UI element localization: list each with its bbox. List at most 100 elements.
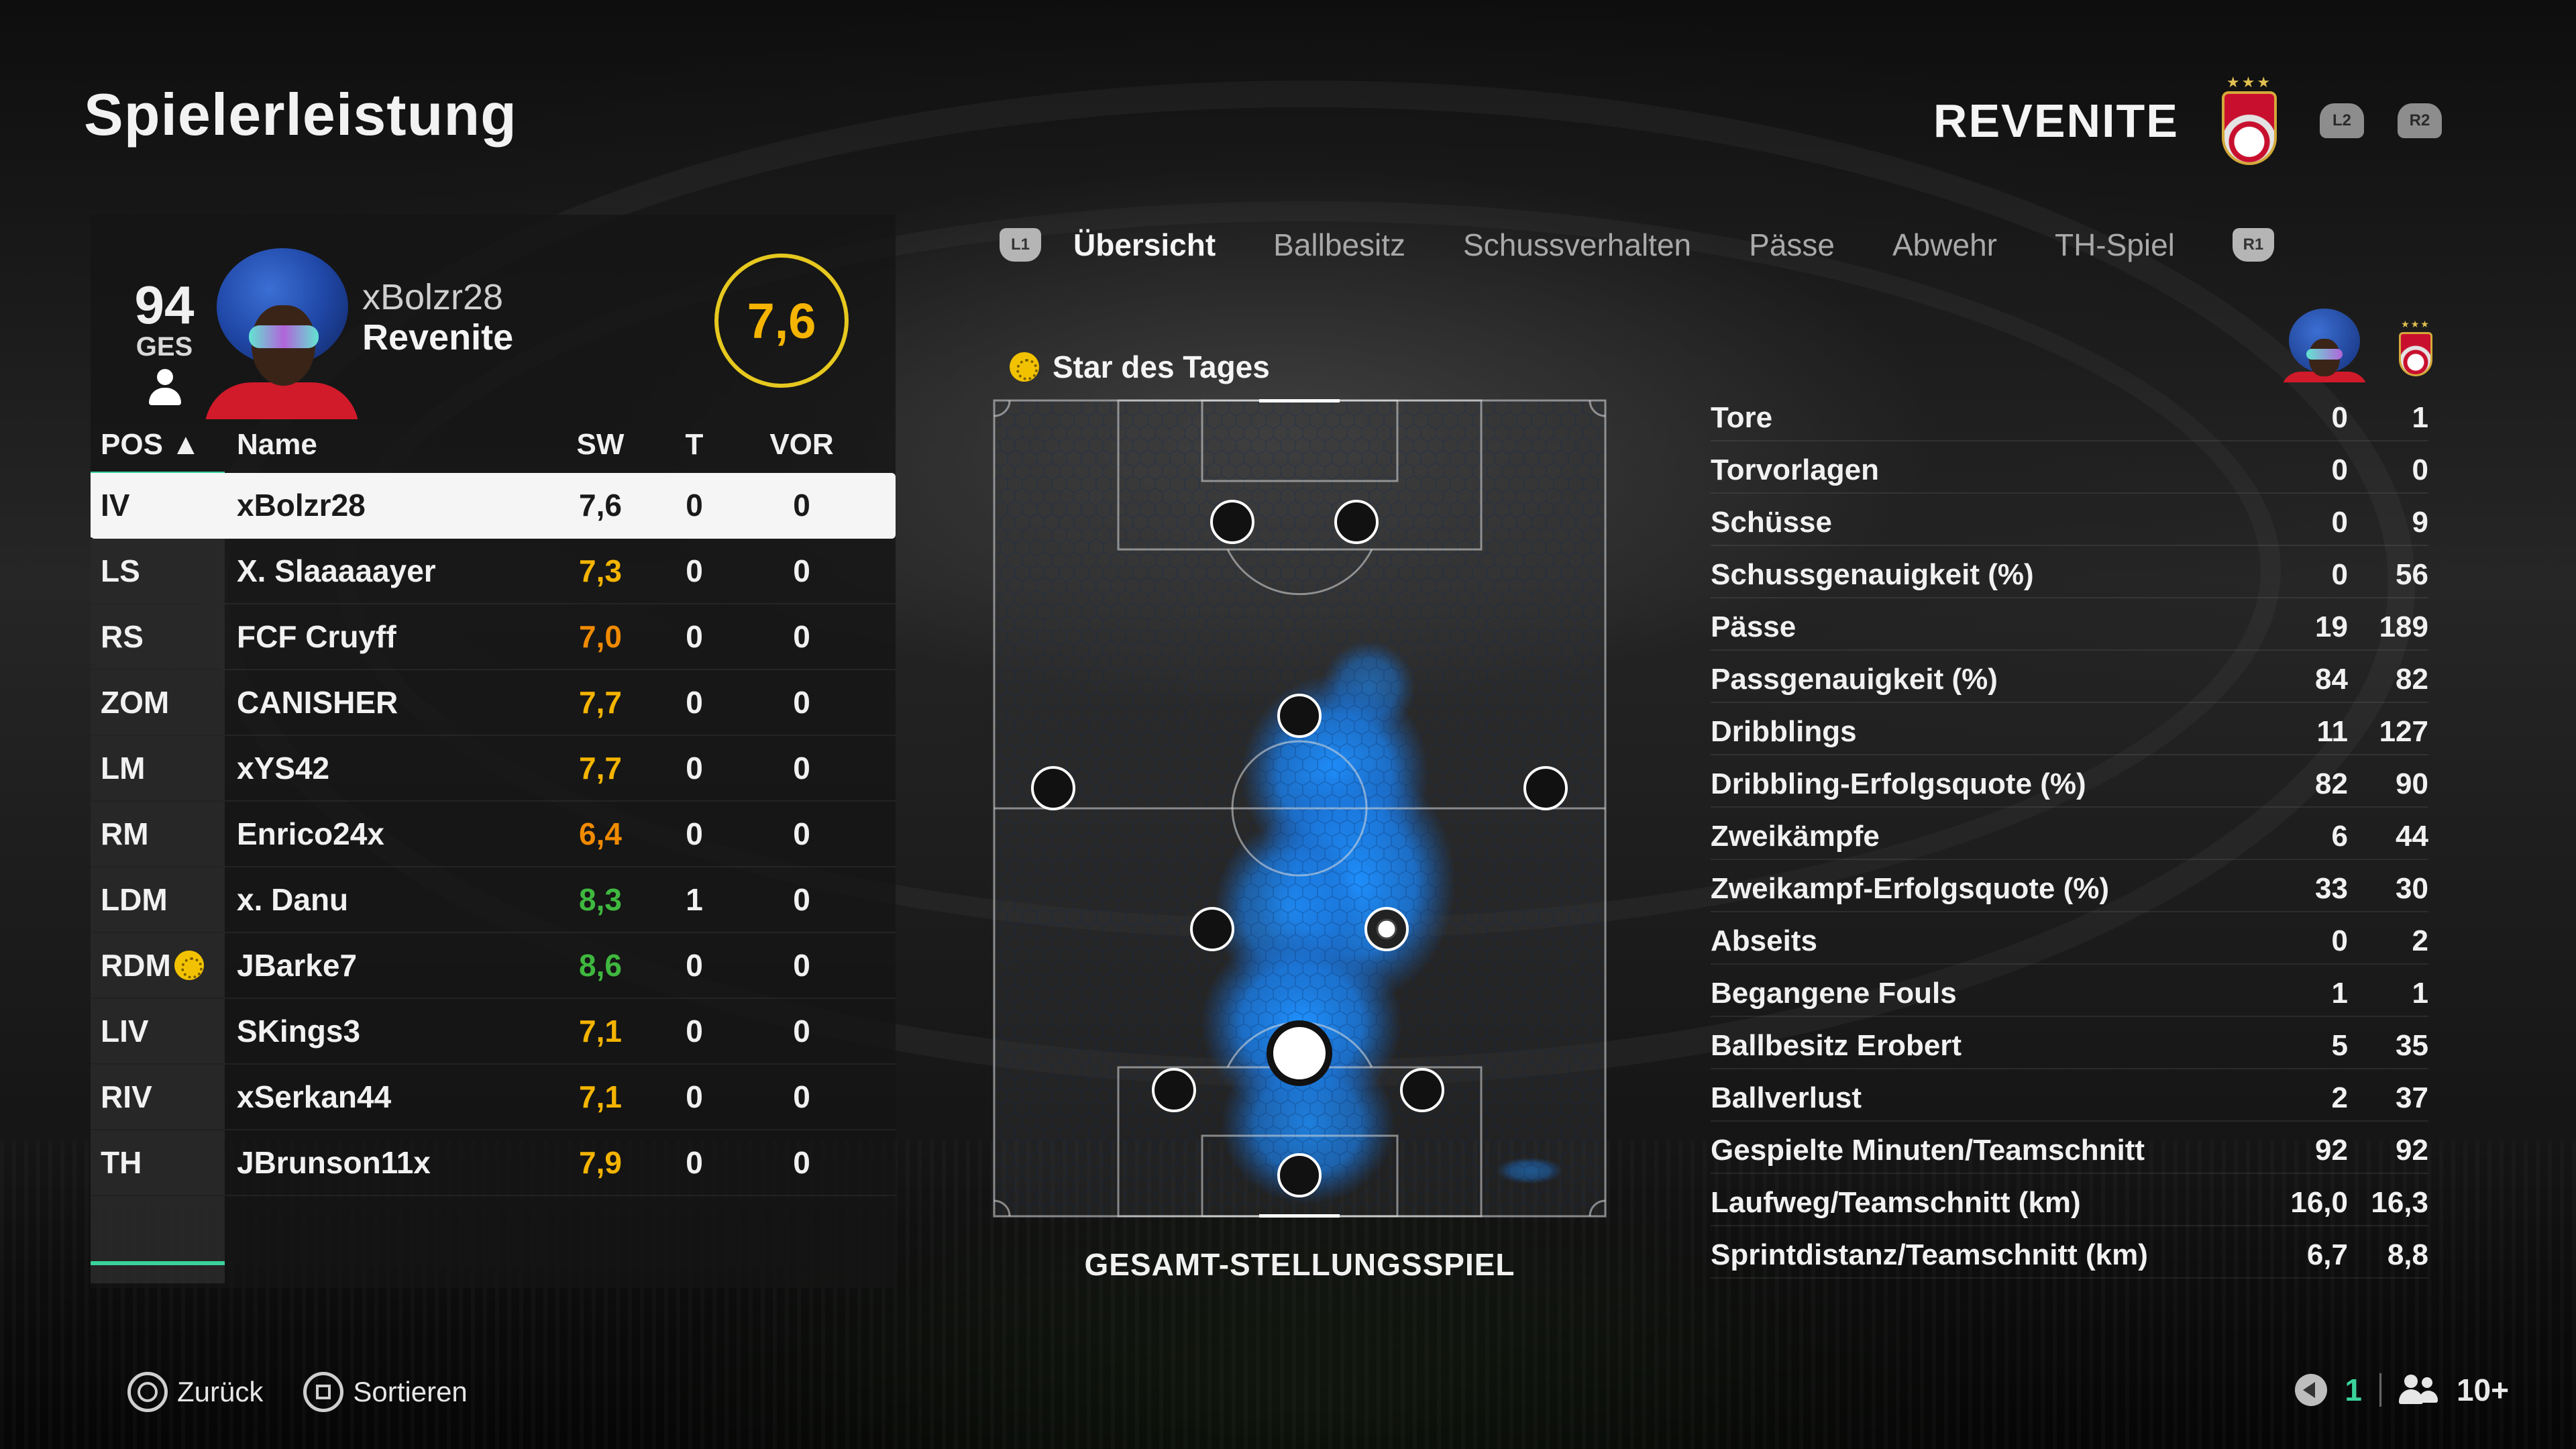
stat-label: Abseits	[1711, 924, 1817, 957]
stat-player-value: 82	[2315, 767, 2348, 800]
stat-row: Schüsse 0 9	[1711, 494, 2428, 546]
column-header-name[interactable]: Name	[237, 428, 317, 462]
row-rating: 6,4	[579, 816, 622, 851]
l1-button[interactable]: L1	[1000, 228, 1041, 262]
back-button[interactable]: Zurück	[127, 1372, 263, 1412]
marker-zom	[1277, 694, 1322, 738]
row-goals: 0	[686, 1145, 703, 1180]
tab-th-spiel[interactable]: TH-Spiel	[2055, 227, 2175, 263]
table-row[interactable]: LDM x. Danu 8,3 1 0	[91, 867, 896, 933]
row-pos: ZOM	[101, 685, 170, 720]
stat-player-value: 92	[2315, 1134, 2348, 1167]
table-row[interactable]: LIV SKings3 7,1 0 0	[91, 999, 896, 1065]
voice-chat-icon[interactable]	[2295, 1374, 2328, 1406]
empty-pos-cell	[91, 1196, 225, 1283]
stat-player-value: 1	[2331, 977, 2348, 1010]
marker-ldm	[1190, 907, 1234, 951]
row-name: xSerkan44	[237, 1079, 392, 1114]
table-row[interactable]: RM Enrico24x 6,4 0 0	[91, 802, 896, 867]
row-goals: 0	[686, 553, 703, 588]
player-card: 94 GES xBolzr28 Revenite 7,6	[91, 215, 896, 419]
stat-label: Schüsse	[1711, 506, 1832, 539]
page-title: Spielerleistung	[84, 81, 517, 148]
stat-label: Schussgenauigkeit (%)	[1711, 558, 2034, 591]
row-name: JBrunson11x	[237, 1145, 431, 1180]
stat-rows: Tore 0 1 Torvorlagen 0 0 Schüsse 0 9 Schussgenaui…	[1711, 389, 2428, 1279]
star-of-day-icon	[1010, 352, 1039, 382]
column-header-sw[interactable]: SW	[560, 428, 641, 462]
stats-tabs: L1 Übersicht Ballbesitz Schussverhalten …	[1000, 227, 2306, 263]
sort-button[interactable]: Sortieren	[303, 1372, 468, 1412]
match-rating-circle: 7,6	[714, 254, 849, 388]
row-goals: 0	[686, 488, 703, 523]
stat-label: Passgenauigkeit (%)	[1711, 663, 1998, 696]
stat-player-value: 19	[2315, 610, 2348, 643]
table-row[interactable]: ZOM CANISHER 7,7 0 0	[91, 670, 896, 736]
column-header-pos[interactable]: POS ▲	[91, 428, 225, 475]
row-assists: 0	[793, 948, 810, 983]
r1-button[interactable]: R1	[2232, 228, 2274, 262]
row-goals: 0	[686, 1014, 703, 1049]
stat-team-value: 1	[2412, 401, 2428, 434]
row-assists: 0	[793, 685, 810, 720]
row-goals: 0	[686, 1079, 703, 1114]
marker-rm	[1523, 766, 1568, 810]
voice-count: 1	[2345, 1373, 2362, 1407]
row-rating: 7,7	[579, 751, 622, 786]
table-row[interactable]: LS X. Slaaaaayer 7,3 0 0	[91, 539, 896, 604]
row-pos: RM	[101, 816, 149, 851]
row-rating: 8,3	[579, 882, 622, 917]
stat-row: Tore 0 1	[1711, 389, 2428, 441]
overall-rating: 94 GES	[124, 278, 205, 362]
stat-label: Dribblings	[1711, 715, 1857, 748]
table-row[interactable]: RDM JBarke7 8,6 0 0	[91, 933, 896, 999]
stat-row: Dribbling-Erfolgsquote (%) 82 90	[1711, 755, 2428, 808]
stat-player-value: 6,7	[2306, 1238, 2348, 1271]
stat-team-value: 0	[2412, 453, 2428, 486]
stat-label: Begangene Fouls	[1711, 977, 1957, 1010]
table-row[interactable]: IV xBolzr28 7,6 0 0	[91, 473, 896, 539]
row-goals: 1	[686, 882, 703, 917]
player-table-rows: IV xBolzr28 7,6 0 0 LS X. Slaaaaayer 7,3 0 0 RS FCF…	[91, 473, 896, 1196]
tab-uebersicht[interactable]: Übersicht	[1073, 227, 1216, 263]
sort-label: Sortieren	[353, 1376, 468, 1407]
tab-abwehr[interactable]: Abwehr	[1892, 227, 1997, 263]
marker-riv	[1400, 1068, 1444, 1112]
row-rating: 7,3	[579, 553, 622, 588]
row-name: CANISHER	[237, 685, 398, 720]
row-name: xYS42	[237, 751, 330, 786]
stat-row: Abseits 0 2	[1711, 912, 2428, 965]
match-rating-value: 7,6	[747, 292, 816, 349]
row-pos: RIV	[101, 1079, 152, 1114]
row-rating: 7,9	[579, 1145, 622, 1180]
party-icon[interactable]	[2398, 1373, 2439, 1407]
club-crest-icon: ★★★	[2212, 74, 2286, 168]
tab-schussverhalten[interactable]: Schussverhalten	[1463, 227, 1691, 263]
row-pos: RDM	[101, 948, 171, 983]
table-header: POS ▲ Name SW T VOR	[91, 419, 896, 475]
star-of-day-label: Star des Tages	[1010, 349, 1270, 385]
ball-icon	[1376, 918, 1397, 940]
marker-lm	[1031, 766, 1075, 810]
row-rating: 7,7	[579, 685, 622, 720]
table-row[interactable]: TH JBrunson11x 7,9 0 0	[91, 1130, 896, 1196]
table-row[interactable]: LM xYS42 7,7 0 0	[91, 736, 896, 802]
r2-trigger-button[interactable]: R2	[2398, 103, 2442, 138]
stat-row: Zweikämpfe 6 44	[1711, 808, 2428, 860]
stat-team-value: 82	[2396, 663, 2428, 696]
row-rating: 8,6	[579, 948, 622, 983]
stat-player-value: 0	[2331, 401, 2348, 434]
stat-team-value: 35	[2396, 1029, 2428, 1062]
column-header-vor[interactable]: VOR	[755, 428, 849, 462]
table-row[interactable]: RS FCF Cruyff 7,0 0 0	[91, 604, 896, 670]
stat-label: Torvorlagen	[1711, 453, 1880, 486]
stat-row: Ballbesitz Erobert 5 35	[1711, 1017, 2428, 1069]
footer-status: 1 10+	[2295, 1372, 2509, 1408]
tab-paesse[interactable]: Pässe	[1749, 227, 1835, 263]
l2-trigger-button[interactable]: L2	[2320, 103, 2364, 138]
column-header-t[interactable]: T	[667, 428, 721, 462]
stat-team-value: 44	[2396, 820, 2428, 853]
table-row[interactable]: RIV xSerkan44 7,1 0 0	[91, 1065, 896, 1130]
row-rating: 7,6	[579, 488, 622, 523]
tab-ballbesitz[interactable]: Ballbesitz	[1273, 227, 1405, 263]
